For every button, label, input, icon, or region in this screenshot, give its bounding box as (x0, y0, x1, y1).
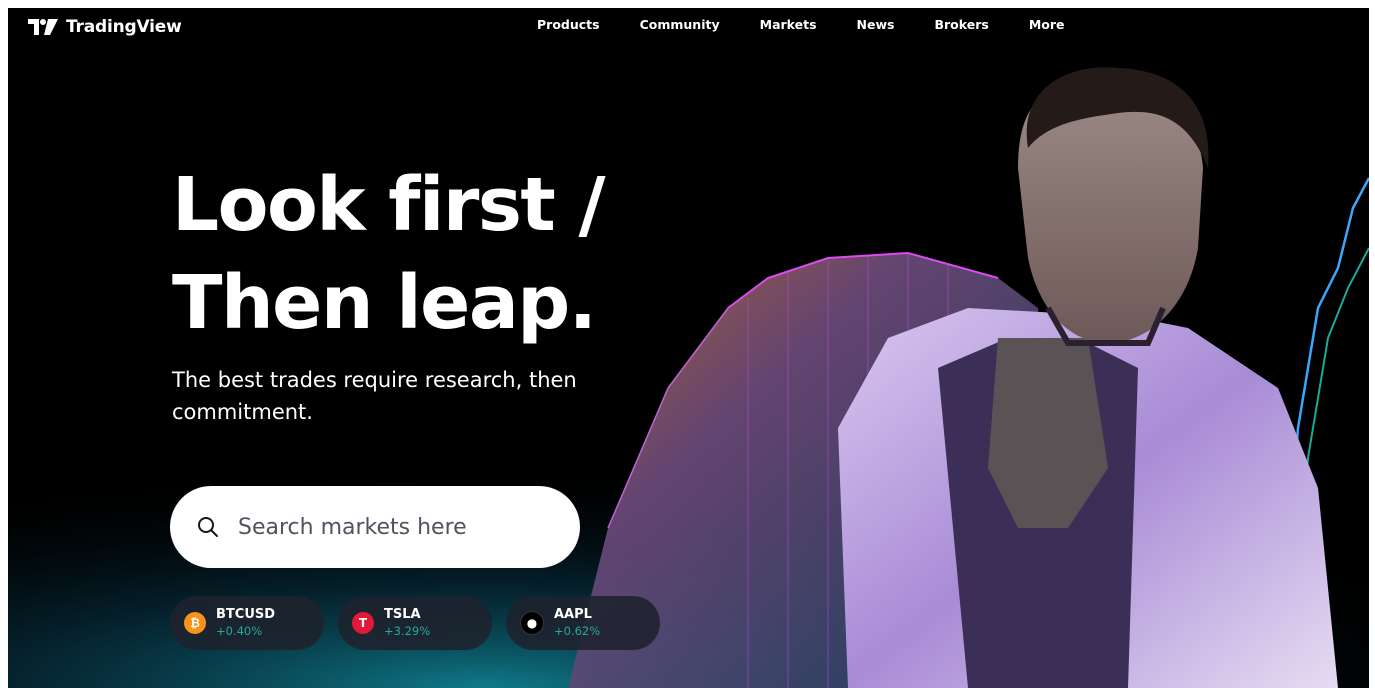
hero-subtext: The best trades require research, then c… (172, 368, 577, 424)
ticker-chip-tsla[interactable]: T TSLA +3.29% (338, 596, 492, 650)
ticker-change: +0.40% (216, 624, 263, 638)
page-frame: TradingView Products Community Markets N… (8, 8, 1369, 688)
ticker-symbol: AAPL (554, 607, 592, 622)
ticker-symbol: TSLA (384, 607, 421, 622)
search-bar[interactable] (170, 486, 580, 568)
bitcoin-icon: ₿ (184, 612, 206, 634)
tradingview-logo-icon (28, 19, 58, 35)
search-input[interactable] (236, 513, 560, 541)
nav-news[interactable]: News (857, 17, 895, 32)
ticker-chips: ₿ BTCUSD +0.40% T TSLA +3.29% ● AAPL +0.… (170, 596, 660, 650)
brand-name: TradingView (66, 17, 182, 37)
nav-community[interactable]: Community (640, 17, 720, 32)
ticker-symbol: BTCUSD (216, 607, 276, 622)
nav-markets[interactable]: Markets (760, 17, 817, 32)
nav-products[interactable]: Products (537, 17, 600, 32)
tesla-icon: T (352, 612, 374, 634)
ticker-change: +0.62% (554, 624, 601, 638)
apple-icon: ● (520, 611, 544, 635)
headline-line-2: Then leap. (172, 260, 597, 346)
nav-more[interactable]: More (1029, 17, 1065, 32)
headline-line-1: Look first / (172, 162, 606, 248)
brand-logo[interactable]: TradingView (28, 16, 182, 38)
hero-headline: Look first / Then leap. (172, 156, 606, 352)
main-nav: Products Community Markets News Brokers … (537, 17, 1065, 32)
search-icon (198, 517, 218, 537)
nav-brokers[interactable]: Brokers (934, 17, 988, 32)
ticker-chip-aapl[interactable]: ● AAPL +0.62% (506, 596, 660, 650)
ticker-chip-btcusd[interactable]: ₿ BTCUSD +0.40% (170, 596, 324, 650)
ticker-change: +3.29% (384, 624, 431, 638)
